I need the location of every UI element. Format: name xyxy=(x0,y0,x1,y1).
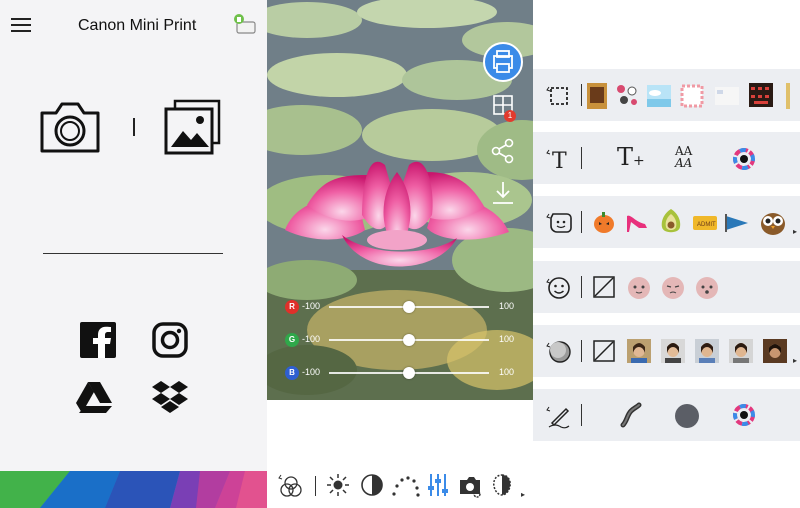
face-stickers-row xyxy=(533,261,800,313)
brand-color-strip xyxy=(0,471,267,508)
share-icon[interactable] xyxy=(490,138,516,164)
face-swap-thumb-5[interactable] xyxy=(763,339,787,363)
source-panel: Canon Mini Print xyxy=(0,0,267,508)
brush-size-icon[interactable] xyxy=(674,403,700,429)
saturation-icon[interactable] xyxy=(391,472,421,498)
blemish-icon[interactable] xyxy=(457,472,483,498)
app-title: Canon Mini Print xyxy=(78,17,197,34)
font-size-button[interactable]: AA AA xyxy=(675,145,699,171)
sticker-pumpkin[interactable] xyxy=(593,210,615,234)
rgb-adjust-icon[interactable] xyxy=(425,472,451,498)
edit-toolbar: ▸ xyxy=(267,462,533,508)
green-max-label: 100 xyxy=(499,334,515,344)
color-filter-icon[interactable] xyxy=(277,472,305,498)
red-min-label: -100 xyxy=(302,301,321,311)
toolbar-separator xyxy=(315,476,316,496)
brush-color-icon[interactable] xyxy=(733,404,755,426)
blue-max-label: 100 xyxy=(499,367,515,377)
camera-icon[interactable] xyxy=(38,97,102,157)
sticker-owl[interactable] xyxy=(759,208,787,236)
gallery-icon[interactable] xyxy=(163,97,223,157)
add-text-button[interactable]: T+ xyxy=(617,143,645,171)
text-tool-icon[interactable]: T xyxy=(545,144,573,172)
face-swap-thumb-4[interactable] xyxy=(729,339,753,363)
row-separator xyxy=(581,276,582,298)
sticker-icon[interactable] xyxy=(545,208,573,236)
face-swap-thumb-1[interactable] xyxy=(627,339,651,363)
brightness-icon[interactable] xyxy=(325,472,351,498)
frame-thumb-3[interactable] xyxy=(647,85,671,107)
google-drive-icon[interactable] xyxy=(76,379,112,415)
red-max-label: 100 xyxy=(499,301,515,311)
section-divider xyxy=(43,253,223,254)
slider-green[interactable]: G -100 100 xyxy=(285,332,525,348)
svg-text:ADMIT: ADMIT xyxy=(697,222,716,228)
no-face-sticker-icon[interactable] xyxy=(593,276,615,298)
pen-icon[interactable] xyxy=(545,401,573,429)
face-sticker-1[interactable] xyxy=(627,276,651,300)
chevron-right-icon[interactable]: ▸ xyxy=(793,227,797,236)
chevron-right-icon[interactable]: ▸ xyxy=(793,356,797,365)
draw-row xyxy=(533,389,800,441)
dropbox-icon[interactable] xyxy=(152,379,188,415)
sticker-avocado[interactable] xyxy=(659,208,683,236)
red-channel-label: R xyxy=(285,300,299,314)
smooth-skin-icon[interactable] xyxy=(489,472,515,498)
green-channel-label: G xyxy=(285,333,299,347)
row-separator xyxy=(581,84,582,106)
blue-channel-label: B xyxy=(285,366,299,380)
face-swap-row: ▸ xyxy=(533,325,800,377)
face-sticker-icon[interactable] xyxy=(545,273,573,301)
frames-row xyxy=(533,69,800,121)
add-text-label: T xyxy=(617,143,634,171)
sticker-high-heel[interactable] xyxy=(625,210,649,234)
font-size-label-italic: AA xyxy=(675,156,693,170)
green-slider-thumb[interactable] xyxy=(403,334,415,346)
svg-text:T: T xyxy=(552,149,567,172)
frame-thumb-1[interactable] xyxy=(587,83,607,109)
app-window: Canon Mini Print 1 R -100 100 G -100 100… xyxy=(0,0,800,508)
print-icon[interactable] xyxy=(483,42,523,82)
frame-thumb-4[interactable] xyxy=(679,83,705,109)
sticker-ticket[interactable]: ADMIT xyxy=(693,216,717,230)
no-face-swap-icon[interactable] xyxy=(593,340,615,362)
facebook-icon[interactable] xyxy=(80,322,116,358)
slider-blue[interactable]: B -100 100 xyxy=(285,365,525,381)
face-swap-icon[interactable] xyxy=(545,337,573,365)
frame-thumb-7[interactable] xyxy=(783,83,793,109)
green-min-label: -100 xyxy=(302,334,321,344)
stickers-row: ADMIT ▸ xyxy=(533,196,800,248)
frame-thumb-2[interactable] xyxy=(615,83,639,107)
print-count-badge: 1 xyxy=(504,110,516,122)
download-icon[interactable] xyxy=(490,180,516,206)
printer-status-icon[interactable] xyxy=(233,13,259,37)
text-color-icon[interactable] xyxy=(733,148,755,170)
frame-thumb-5[interactable] xyxy=(715,87,739,105)
row-separator xyxy=(581,404,582,426)
menu-icon[interactable] xyxy=(11,17,31,33)
sticker-pennant[interactable] xyxy=(725,214,749,232)
chevron-right-icon[interactable]: ▸ xyxy=(521,490,525,499)
face-sticker-2[interactable] xyxy=(661,276,685,300)
frame-thumb-6[interactable] xyxy=(749,83,773,107)
text-row: T T+ AA AA xyxy=(533,132,800,184)
brush-stroke-icon[interactable] xyxy=(619,401,643,429)
source-divider xyxy=(133,118,135,136)
frame-icon[interactable] xyxy=(545,81,573,109)
decoration-panel: T T+ AA AA ADMIT ▸ ▸ xyxy=(533,0,800,508)
slider-red[interactable]: R -100 100 xyxy=(285,299,525,315)
contrast-icon[interactable] xyxy=(359,472,385,498)
blue-min-label: -100 xyxy=(302,367,321,377)
face-swap-thumb-2[interactable] xyxy=(661,339,685,363)
face-swap-thumb-3[interactable] xyxy=(695,339,719,363)
blue-slider-thumb[interactable] xyxy=(403,367,415,379)
red-slider-thumb[interactable] xyxy=(403,301,415,313)
row-separator xyxy=(581,147,582,169)
face-sticker-3[interactable] xyxy=(695,276,719,300)
row-separator xyxy=(581,340,582,362)
row-separator xyxy=(581,211,582,233)
instagram-icon[interactable] xyxy=(152,322,188,358)
